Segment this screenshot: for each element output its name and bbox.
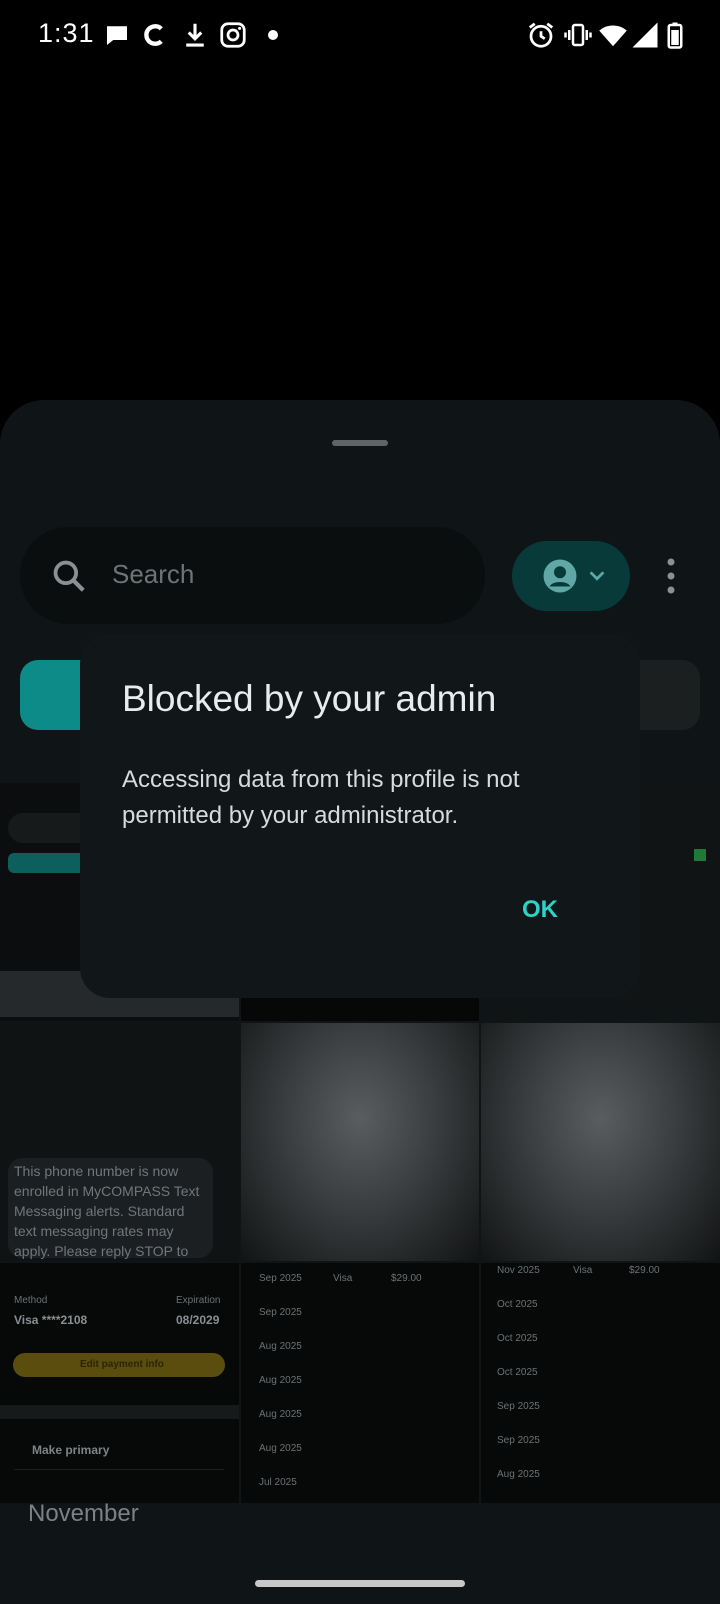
battery-icon: [660, 20, 690, 50]
status-bar: 1:31: [0, 0, 720, 70]
make-primary-label: Make primary: [32, 1443, 110, 1457]
history-date: Nov 2025: [497, 1265, 540, 1276]
profile-switcher[interactable]: [512, 541, 630, 611]
thumbnail[interactable]: Nov 2025 Oct 2025 Oct 2025 Oct 2025 Sep …: [481, 1263, 720, 1503]
search-bar[interactable]: Search: [20, 527, 485, 624]
thumbnail[interactable]: [481, 1023, 720, 1261]
c-app-icon: [140, 20, 170, 50]
thumbnail[interactable]: [241, 1023, 479, 1261]
status-time: 1:31: [38, 18, 95, 48]
expiration-value: 08/2029: [176, 1313, 220, 1327]
thumbnail[interactable]: Sep 2025 Sep 2025 Aug 2025 Aug 2025 Aug …: [241, 1263, 479, 1503]
method-label: Method: [14, 1295, 48, 1306]
chat-bubble-icon: [102, 20, 132, 50]
history-date: Oct 2025: [497, 1299, 538, 1310]
search-icon: [50, 557, 88, 595]
history-date: Aug 2025: [497, 1469, 540, 1480]
history-date: Sep 2025: [259, 1273, 302, 1284]
history-date: Aug 2025: [259, 1375, 302, 1386]
method-value: Visa ****2108: [14, 1313, 88, 1327]
edit-payment-button: Edit payment info: [80, 1359, 164, 1370]
thumbnail[interactable]: Method Expiration Visa ****2108 08/2029 …: [0, 1263, 239, 1503]
dot-icon: [258, 20, 288, 50]
history-date: Oct 2025: [497, 1367, 538, 1378]
history-card: Visa: [333, 1273, 353, 1284]
history-date: Aug 2025: [259, 1443, 302, 1454]
download-icon: [180, 20, 210, 50]
history-date: Aug 2025: [259, 1409, 302, 1420]
ok-button[interactable]: OK: [490, 878, 590, 942]
history-card: Visa: [573, 1265, 593, 1276]
history-date: Sep 2025: [497, 1401, 540, 1412]
history-amount: $29.00: [391, 1273, 422, 1284]
month-heading: November: [28, 1500, 139, 1527]
dialog-message: Accessing data from this profile is not …: [122, 766, 520, 829]
expiration-label: Expiration: [176, 1295, 221, 1306]
alarm-icon: [526, 20, 556, 50]
sms-preview-text: This phone number is now enrolled in MyC…: [14, 1163, 200, 1259]
history-date: Aug 2025: [259, 1341, 302, 1352]
wifi-icon: [598, 20, 628, 50]
bottom-sheet: Search This phone number is now enrolled…: [0, 400, 720, 1604]
history-date: Sep 2025: [259, 1307, 302, 1318]
dialog-title: Blocked by your admin: [122, 678, 497, 719]
vibrate-icon: [563, 20, 593, 50]
history-date: Sep 2025: [497, 1435, 540, 1446]
signal-icon: [630, 20, 660, 50]
gesture-nav-pill[interactable]: [255, 1580, 465, 1587]
instagram-icon: [218, 20, 248, 50]
more-options-icon[interactable]: [656, 548, 686, 604]
account-icon: [542, 558, 578, 594]
history-amount: $29.00: [629, 1265, 660, 1276]
drag-handle[interactable]: [332, 440, 388, 446]
thumbnail[interactable]: This phone number is now enrolled in MyC…: [0, 1023, 239, 1261]
history-date: Oct 2025: [497, 1333, 538, 1344]
chevron-down-icon: [586, 565, 608, 587]
history-date: Jul 2025: [259, 1477, 297, 1488]
blocked-dialog: Blocked by your admin Accessing data fro…: [80, 634, 640, 998]
search-input[interactable]: Search: [112, 559, 194, 590]
